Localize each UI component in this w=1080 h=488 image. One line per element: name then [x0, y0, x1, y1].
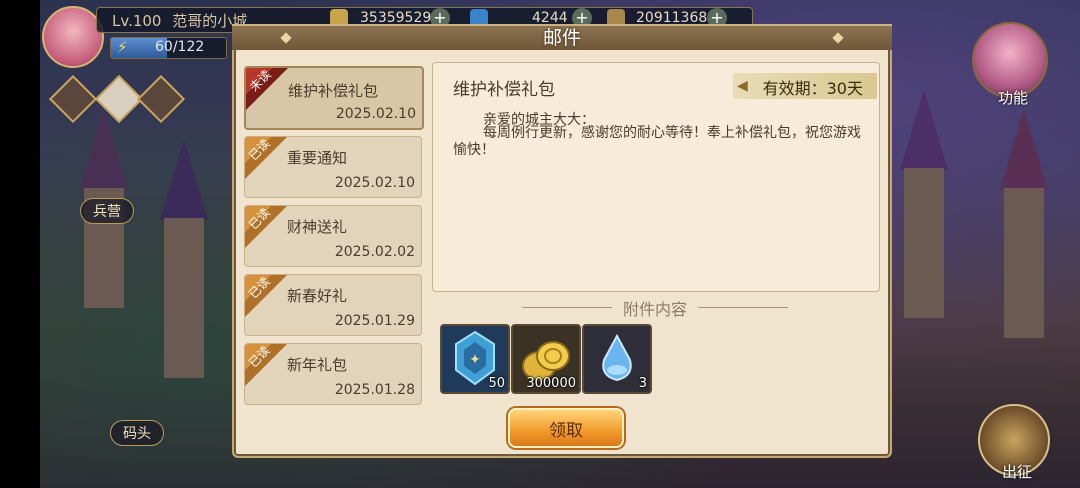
attachment-count: 300000 [526, 376, 576, 391]
mail-list[interactable]: 未读 维护补偿礼包 2025.02.10 已读 重要通知 2025.02.10 … [240, 60, 426, 405]
svg-text:✦: ✦ [469, 352, 481, 368]
mail-panel-title: 邮件 [542, 27, 581, 49]
mail-content-box: 维护补偿礼包 ◀ 有效期：30天 亲爱的城主大大： 每周例行更新，感谢您的耐心等… [432, 62, 880, 292]
mail-item[interactable]: 已读 新年礼包 2025.01.28 [244, 343, 422, 405]
mail-name: 财神送礼 [287, 218, 348, 236]
player-level: Lv.100 [112, 12, 162, 30]
mail-item[interactable]: 已读 新春好礼 2025.01.29 [244, 274, 422, 336]
expedition-label: 出征 [1001, 463, 1032, 481]
player-level-and-city: Lv.100 范哥的小城 [112, 10, 247, 31]
attachment-item[interactable]: 3 [582, 324, 652, 394]
function-label: 功能 [997, 89, 1028, 107]
mail-name: 新春好礼 [287, 287, 348, 305]
attachments-header: 附件内容 [432, 296, 878, 319]
mail-item[interactable]: 已读 重要通知 2025.02.10 [244, 136, 422, 198]
attachment-count: 50 [488, 376, 505, 391]
validity-text: 有效期：30天 [762, 79, 863, 98]
claim-button-label: 领取 [549, 421, 583, 441]
attachment-count: 3 [638, 376, 647, 391]
mail-date: 2025.02.10 [334, 175, 415, 191]
attachment-item[interactable]: 300000 [511, 324, 581, 394]
mail-panel-title-bar: 邮件 [232, 24, 892, 50]
mail-date: 2025.01.28 [334, 382, 415, 398]
mail-date: 2025.02.10 [335, 106, 416, 122]
mail-name: 新年礼包 [287, 356, 348, 374]
validity-badge: ◀ 有效期：30天 [733, 73, 877, 99]
mail-item[interactable]: 已读 财神送礼 2025.02.02 [244, 205, 422, 267]
dock-label[interactable]: 码头 [110, 420, 164, 446]
mail-body: 每周例行更新，感谢您的耐心等待！奉上补偿礼包，祝您游戏愉快！ [453, 125, 861, 158]
claim-button[interactable]: 领取 [508, 408, 624, 448]
player-avatar[interactable] [42, 6, 104, 68]
energy-value: 60/122 [155, 39, 205, 55]
mail-content-title: 维护补偿礼包 [453, 80, 555, 100]
attachments-title: 附件内容 [622, 300, 687, 319]
mail-name: 重要通知 [287, 149, 348, 167]
mail-date: 2025.01.29 [334, 313, 415, 329]
attachment-item[interactable]: ✦ 50 [440, 324, 510, 394]
barracks-label[interactable]: 兵营 [80, 198, 134, 224]
mail-date: 2025.02.02 [334, 244, 415, 260]
mail-item[interactable]: 未读 维护补偿礼包 2025.02.10 [244, 66, 424, 130]
lightning-icon: ⚡ [117, 38, 128, 56]
arrow-left-icon: ◀ [737, 78, 748, 94]
mail-name: 维护补偿礼包 [288, 82, 379, 100]
